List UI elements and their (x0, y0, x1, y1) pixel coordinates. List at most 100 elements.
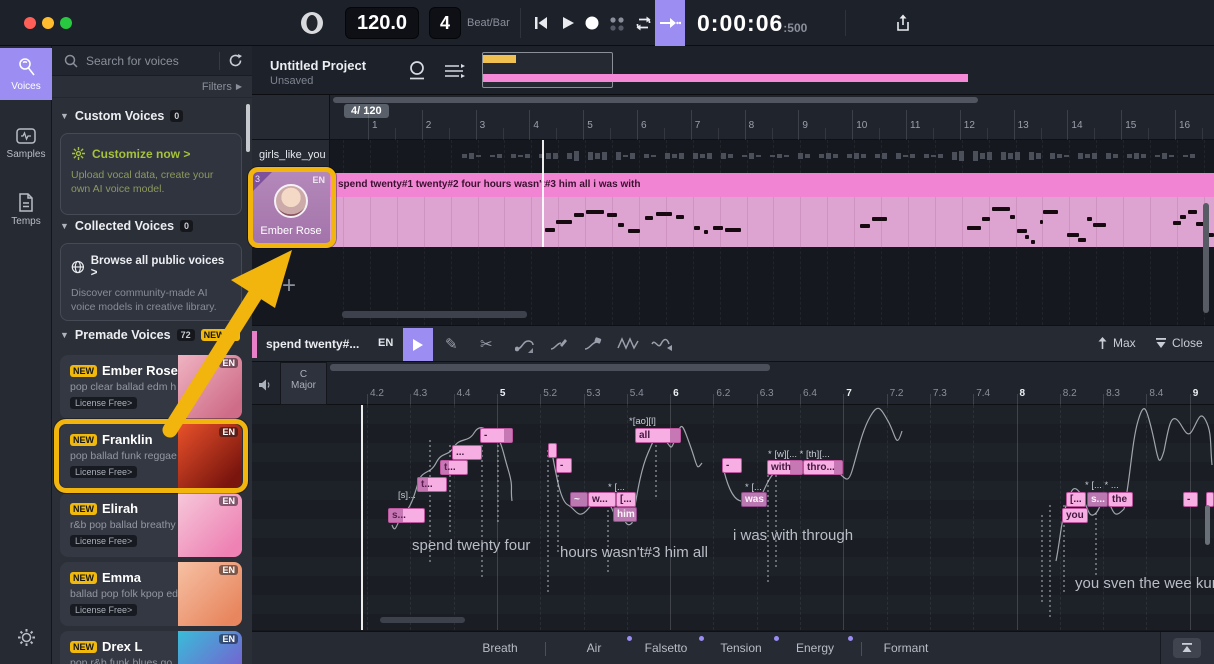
zoom-window-button[interactable] (60, 17, 72, 29)
voice-license-badge[interactable]: License Free> (70, 604, 137, 616)
traffic-lights[interactable] (24, 17, 72, 29)
grid-v-scrollbar[interactable] (1205, 505, 1210, 545)
vocal-clip[interactable]: spend twenty#1 twenty#2 four hours wasn'… (330, 173, 1214, 247)
customize-box[interactable]: Customize now > Upload vocal data, creat… (60, 133, 242, 215)
lyric-note[interactable]: - (1183, 492, 1198, 507)
lyric-note[interactable] (548, 443, 557, 458)
browse-box[interactable]: Browse all public voices > Discover comm… (60, 243, 242, 321)
lyric-note[interactable]: ... (452, 445, 482, 460)
skip-back-button[interactable] (533, 15, 549, 31)
editor-clip-label[interactable]: spend twenty#... (266, 337, 359, 351)
tab-samples[interactable]: Samples (0, 118, 52, 168)
lyric-note[interactable]: - (722, 458, 742, 473)
project-title[interactable]: Untitled Project (270, 58, 366, 73)
browse-cta[interactable]: Browse all public voices > (91, 255, 231, 279)
lyric-note[interactable]: all (635, 428, 681, 443)
lyric-note[interactable]: was (741, 492, 767, 507)
lyric-note[interactable]: - (556, 458, 572, 473)
track-area[interactable]: girls_like_you spend twenty#1 twenty#2 f… (252, 140, 1214, 325)
lyric-note[interactable]: the (1108, 492, 1133, 507)
phoneme-label[interactable]: [s]... (398, 490, 416, 501)
phoneme-label[interactable]: *[ao][l] (629, 416, 656, 427)
param-tab-air[interactable]: Air (564, 641, 624, 655)
param-tab-breath[interactable]: Breath (470, 641, 530, 655)
refresh-icon[interactable] (228, 53, 243, 68)
tab-temps[interactable]: Temps (0, 184, 52, 235)
pitch-pen-tool-icon[interactable] (549, 336, 569, 352)
editor-playhead[interactable] (361, 405, 363, 630)
lyric-note[interactable]: t... (417, 477, 447, 492)
sidebar-scrollbar[interactable] (246, 104, 250, 152)
maximize-editor-button[interactable]: Max (1097, 336, 1136, 350)
param-tab-formant[interactable]: Formant (876, 641, 936, 655)
arrangement-playhead[interactable] (542, 140, 544, 247)
scissors-tool-icon[interactable]: ✂ (480, 335, 493, 353)
phoneme-label[interactable]: * [... * ... (1085, 480, 1119, 491)
tab-voices[interactable]: Voices (0, 48, 52, 100)
piano-roll-grid[interactable]: s...t...t......--~w...[...himall-waswith… (252, 405, 1214, 630)
metronome-icon[interactable] (298, 9, 326, 37)
voice-license-badge[interactable]: License Free> (70, 397, 137, 409)
loop-range-icon[interactable] (407, 59, 427, 83)
record-button[interactable] (584, 15, 600, 31)
loop-button[interactable] (634, 14, 653, 33)
tracks-v-scrollbar[interactable] (1203, 203, 1209, 313)
editor-h-scrollbar[interactable] (330, 364, 770, 371)
filters-label[interactable]: Filters (202, 81, 232, 93)
arrangement-ruler[interactable]: 4/ 120 12345678910111213141516 (252, 95, 1214, 140)
track-settings-icon[interactable] (442, 61, 466, 81)
vibrato-tool-icon[interactable] (617, 336, 639, 352)
phoneme-label[interactable]: * [w][... * [th][... (768, 449, 830, 460)
key-scale-selector[interactable]: C Major (280, 362, 327, 405)
search-bar[interactable]: Search for voices (52, 46, 252, 76)
voice-card-elirah[interactable]: ENNEWElirahr&b pop ballad breathyLicense… (60, 493, 242, 557)
filters-chevron-icon[interactable]: ▶ (236, 82, 242, 91)
tracks-h-scrollbar[interactable] (342, 311, 527, 318)
lyric-note[interactable]: with (767, 460, 803, 475)
beats-per-bar-display[interactable]: 4 (429, 7, 461, 39)
lyric-note[interactable]: you (1062, 508, 1088, 523)
customize-cta[interactable]: Customize now > (92, 147, 190, 161)
premade-voices-header[interactable]: ▼ Premade Voices 72 NEW 26 (60, 328, 240, 342)
lyric-note[interactable]: s... (388, 508, 425, 523)
close-editor-button[interactable]: Close (1155, 336, 1203, 350)
clip-lyrics-header[interactable]: spend twenty#1 twenty#2 four hours wasn'… (330, 173, 1214, 197)
lyric-note[interactable]: [... (616, 492, 636, 507)
lyric-note[interactable]: him (613, 507, 637, 522)
minimize-window-button[interactable] (42, 17, 54, 29)
select-tool-button[interactable] (403, 328, 433, 361)
voice-license-badge[interactable]: License Free> (70, 535, 137, 547)
param-tab-tension[interactable]: Tension (711, 641, 771, 655)
lyric-note[interactable]: ~ (570, 492, 588, 507)
voice-card-drex-l[interactable]: ENNEWDrex Lpop r&b funk blues goLicense … (60, 631, 242, 664)
collected-voices-header[interactable]: ▼ Collected Voices 0 (60, 219, 193, 233)
lyric-note[interactable]: [... (1066, 492, 1086, 507)
custom-voices-header[interactable]: ▼ Custom Voices 0 (60, 109, 183, 123)
play-button[interactable] (560, 15, 576, 31)
param-tab-energy[interactable]: Energy (785, 641, 845, 655)
pencil-tool-icon[interactable]: ✎ (445, 335, 458, 353)
settings-gear-icon[interactable] (16, 627, 37, 648)
grid-h-scrollbar[interactable] (380, 617, 465, 623)
lyric-note[interactable]: w... (588, 492, 616, 507)
phoneme-label[interactable]: * [... (745, 482, 762, 493)
vibrato-edit-tool-icon[interactable] (651, 336, 673, 352)
pitch-curve-tool-icon[interactable] (515, 336, 535, 352)
editor-ruler[interactable]: 4.24.34.455.25.35.466.26.36.477.27.37.48… (252, 362, 1214, 405)
lyric-note[interactable]: thro... (803, 460, 843, 475)
lyric-note[interactable]: - (480, 428, 513, 443)
param-tab-falsetto[interactable]: Falsetto (636, 641, 696, 655)
export-icon[interactable] (894, 13, 912, 33)
pitch-eraser-tool-icon[interactable] (583, 336, 603, 352)
lyric-language-selector[interactable]: EN (378, 337, 393, 349)
voice-card-ember-rose[interactable]: ENNEWEmber Rosepop clear ballad edm hLic… (60, 355, 242, 419)
add-track-button[interactable]: + (282, 272, 296, 300)
close-window-button[interactable] (24, 17, 36, 29)
time-signature-chip[interactable]: 4/ 120 (344, 104, 389, 118)
pads-grid-icon[interactable] (608, 15, 626, 33)
expand-panel-button[interactable] (1173, 638, 1201, 658)
lyric-note[interactable]: s... (1087, 492, 1108, 507)
phoneme-label[interactable]: * [... (608, 482, 625, 493)
follow-playhead-button[interactable] (655, 0, 685, 46)
time-display[interactable]: 0:00:06 :500 (697, 10, 807, 37)
